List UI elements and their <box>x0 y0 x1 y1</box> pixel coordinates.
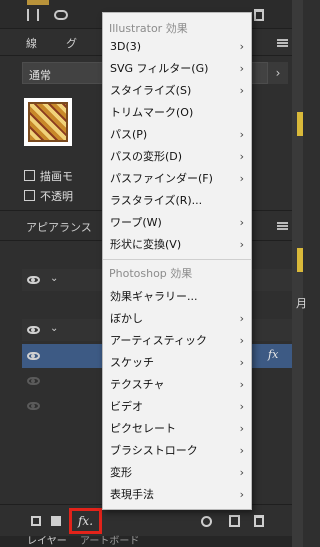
menu-item-label: パス(P) <box>110 128 148 141</box>
menu-item-photoshop-8[interactable]: 変形 › <box>110 463 246 483</box>
submenu-arrow-icon: › <box>239 172 244 185</box>
photoshop-effects-header: Photoshop 効果 <box>109 267 193 280</box>
submenu-arrow-icon: › <box>239 334 244 347</box>
duplicate-item-icon[interactable] <box>229 515 240 527</box>
menu-item-label: パスの変形(D) <box>110 150 183 163</box>
visibility-eye-icon[interactable] <box>27 402 40 410</box>
canvas-edge-text: 月 <box>296 297 307 310</box>
menu-item-label: SVG フィルター(G) <box>110 62 209 75</box>
appearance-panel-title[interactable]: アピアランス <box>26 219 92 235</box>
guide-marker <box>297 248 303 272</box>
chevron-down-icon[interactable]: ⌄ <box>50 323 58 334</box>
menu-item-illustrator-0[interactable]: 3D(3) › <box>110 37 246 57</box>
menu-item-photoshop-2[interactable]: アーティスティック › <box>110 331 246 351</box>
delete-item-icon[interactable] <box>254 515 264 527</box>
menu-item-illustrator-2[interactable]: スタイライズ(S) › <box>110 81 246 101</box>
visibility-eye-icon[interactable] <box>27 377 40 385</box>
canvas-edge <box>292 0 303 547</box>
clip-checkbox[interactable] <box>24 170 35 181</box>
tab-stroke[interactable]: 線 <box>26 35 37 51</box>
menu-item-photoshop-0[interactable]: 効果ギャラリー... <box>110 287 246 307</box>
menu-item-illustrator-1[interactable]: SVG フィルター(G) › <box>110 59 246 79</box>
menu-item-label: ブラシストローク <box>110 444 198 457</box>
visibility-eye-icon[interactable] <box>27 326 40 334</box>
menu-item-photoshop-5[interactable]: ビデオ › <box>110 397 246 417</box>
effect-menu: Illustrator 効果 3D(3) › SVG フィルター(G) › スタイライズ… <box>102 12 252 510</box>
add-new-fill-icon[interactable] <box>51 516 61 526</box>
tab-gradient[interactable]: グ <box>66 35 77 51</box>
menu-item-label: ラスタライズ(R)... <box>110 194 203 207</box>
appearance-menu-icon[interactable] <box>277 222 288 230</box>
submenu-arrow-icon: › <box>239 238 244 251</box>
clip-checkbox-label: 描画モ <box>40 170 73 183</box>
submenu-arrow-icon: › <box>239 400 244 413</box>
menu-item-label: トリムマーク(O) <box>110 106 194 119</box>
menu-item-illustrator-5[interactable]: パスの変形(D) › <box>110 147 246 167</box>
submenu-arrow-icon: › <box>239 216 244 229</box>
guide-marker <box>297 112 303 136</box>
add-effect-button[interactable]: fx. <box>69 508 102 534</box>
library-icon[interactable] <box>27 9 39 21</box>
panel-menu-icon[interactable] <box>277 39 288 47</box>
menu-item-illustrator-3[interactable]: トリムマーク(O) <box>110 103 246 123</box>
visibility-eye-icon[interactable] <box>27 352 40 360</box>
submenu-arrow-icon: › <box>239 150 244 163</box>
cloud-icon[interactable] <box>54 10 68 20</box>
menu-item-label: パスファインダー(F) <box>110 172 213 185</box>
menu-item-label: 表現手法 <box>110 488 154 501</box>
clear-appearance-icon[interactable] <box>201 516 212 527</box>
menu-item-label: テクスチャ <box>110 378 165 391</box>
submenu-arrow-icon: › <box>239 128 244 141</box>
menu-item-label: ぼかし <box>110 312 143 325</box>
artwork-thumbnail <box>24 98 72 146</box>
submenu-arrow-icon: › <box>239 40 244 53</box>
menu-item-photoshop-3[interactable]: スケッチ › <box>110 353 246 373</box>
blend-mode-value: 通常 <box>29 69 51 82</box>
ornament-pattern-icon <box>28 102 68 142</box>
menu-item-photoshop-9[interactable]: 表現手法 › <box>110 485 246 505</box>
trash-icon[interactable] <box>254 9 264 21</box>
submenu-arrow-icon: › <box>239 444 244 457</box>
submenu-arrow-icon: › <box>239 62 244 75</box>
chevron-right-icon[interactable]: › <box>268 62 288 84</box>
add-new-stroke-icon[interactable] <box>31 516 41 526</box>
menu-item-label: スタイライズ(S) <box>110 84 192 97</box>
fx-indicator-icon[interactable]: fx <box>268 348 278 361</box>
menu-item-label: ワープ(W) <box>110 216 162 229</box>
opacity-mask-label: 不透明 <box>40 190 73 203</box>
submenu-arrow-icon: › <box>239 84 244 97</box>
menu-item-illustrator-6[interactable]: パスファインダー(F) › <box>110 169 246 189</box>
submenu-arrow-icon: › <box>239 466 244 479</box>
menu-item-label: 3D(3) <box>110 40 142 53</box>
menu-item-photoshop-4[interactable]: テクスチャ › <box>110 375 246 395</box>
menu-item-label: 変形 <box>110 466 132 479</box>
menu-item-label: アーティスティック <box>110 334 208 347</box>
opacity-mask-checkbox[interactable] <box>24 190 35 201</box>
menu-item-label: スケッチ <box>110 356 154 369</box>
submenu-arrow-icon: › <box>239 488 244 501</box>
menu-item-label: 形状に変換(V) <box>110 238 182 251</box>
menu-item-label: ピクセレート <box>110 422 176 435</box>
tab-artboards[interactable]: アートボード <box>80 536 139 547</box>
menu-separator <box>103 259 251 260</box>
thumbnail-icon <box>27 0 49 5</box>
menu-item-photoshop-7[interactable]: ブラシストローク › <box>110 441 246 461</box>
menu-item-illustrator-9[interactable]: 形状に変換(V) › <box>110 235 246 255</box>
menu-item-label: 効果ギャラリー... <box>110 290 198 303</box>
visibility-eye-icon[interactable] <box>27 276 40 284</box>
submenu-arrow-icon: › <box>239 356 244 369</box>
submenu-arrow-icon: › <box>239 378 244 391</box>
menu-item-illustrator-4[interactable]: パス(P) › <box>110 125 246 145</box>
bottom-tab-bar: レイヤー アートボード <box>0 536 292 547</box>
menu-item-illustrator-7[interactable]: ラスタライズ(R)... <box>110 191 246 211</box>
illustrator-effects-header: Illustrator 効果 <box>109 22 188 35</box>
submenu-arrow-icon: › <box>239 312 244 325</box>
menu-item-photoshop-1[interactable]: ぼかし › <box>110 309 246 329</box>
menu-item-illustrator-8[interactable]: ワープ(W) › <box>110 213 246 233</box>
chevron-down-icon[interactable]: ⌄ <box>50 273 58 284</box>
menu-item-label: ビデオ <box>110 400 143 413</box>
tab-layers[interactable]: レイヤー <box>27 536 67 547</box>
submenu-arrow-icon: › <box>239 422 244 435</box>
menu-item-photoshop-6[interactable]: ピクセレート › <box>110 419 246 439</box>
